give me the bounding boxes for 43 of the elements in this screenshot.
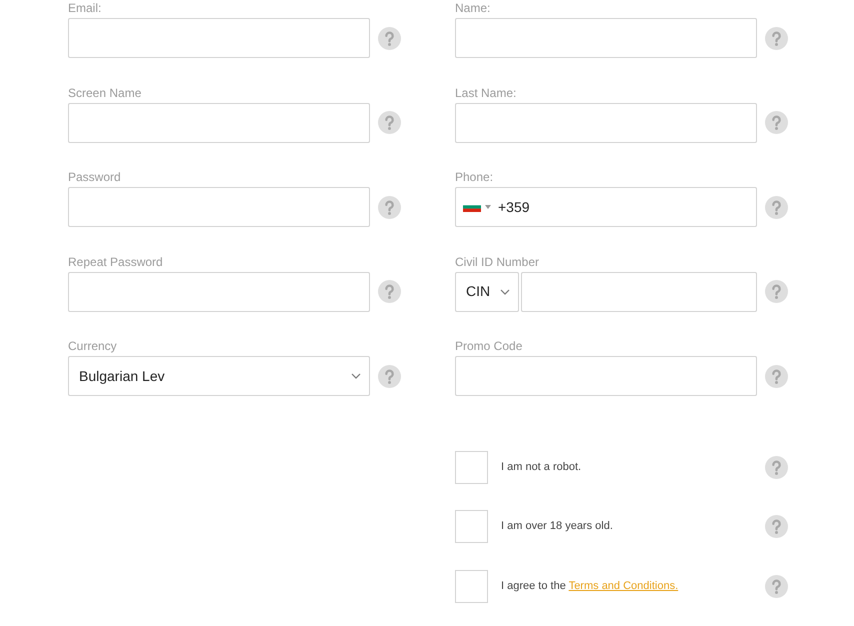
field-label: Screen Name <box>68 86 142 100</box>
help-icon[interactable] <box>765 111 788 134</box>
help-icon[interactable] <box>378 364 401 388</box>
field-label: Currency <box>68 339 117 353</box>
checkbox[interactable] <box>455 450 488 484</box>
help-icon[interactable] <box>378 26 401 50</box>
input-field[interactable] <box>68 102 370 142</box>
phone-field[interactable]: +359 <box>455 187 757 227</box>
chevron-icon <box>500 288 510 294</box>
help-icon[interactable] <box>378 196 401 218</box>
field-label: Civil ID Number <box>455 254 540 268</box>
caret-icon <box>485 205 491 209</box>
field-label: Email: <box>68 1 102 15</box>
field-label: Last Name: <box>455 86 516 100</box>
help-icon[interactable] <box>765 574 788 598</box>
input-field[interactable] <box>521 272 757 312</box>
field-label: Name: <box>455 1 490 15</box>
help-icon[interactable] <box>765 364 788 388</box>
input-field[interactable] <box>455 102 757 142</box>
checkbox[interactable] <box>455 570 488 602</box>
id-type-dropdown[interactable]: CIN <box>455 272 519 312</box>
input-field[interactable] <box>68 187 370 227</box>
chevron-icon <box>351 373 361 379</box>
help-icon[interactable] <box>378 111 401 134</box>
help-icon[interactable] <box>765 456 788 478</box>
help-icon[interactable] <box>765 26 788 50</box>
field-label: Promo Code <box>455 339 522 353</box>
agreement-text: I am over 18 years old. <box>501 519 613 534</box>
dropdown[interactable]: Bulgarian Lev <box>68 356 370 396</box>
help-icon[interactable] <box>765 280 788 303</box>
checkbox[interactable] <box>455 510 488 543</box>
help-icon[interactable] <box>765 196 788 218</box>
agreement-text: I agree to the Terms and Conditions. <box>501 578 678 594</box>
input-field[interactable] <box>68 272 370 312</box>
help-icon[interactable] <box>378 280 401 303</box>
input-field[interactable] <box>68 18 370 58</box>
field-label: Repeat Password <box>68 254 163 268</box>
field-label: Phone: <box>455 170 494 184</box>
input-field[interactable] <box>455 356 757 396</box>
input-field[interactable] <box>455 18 757 58</box>
agreement-text: I am not a robot. <box>501 460 582 475</box>
help-icon[interactable] <box>765 515 788 538</box>
field-label: Password <box>68 170 121 184</box>
